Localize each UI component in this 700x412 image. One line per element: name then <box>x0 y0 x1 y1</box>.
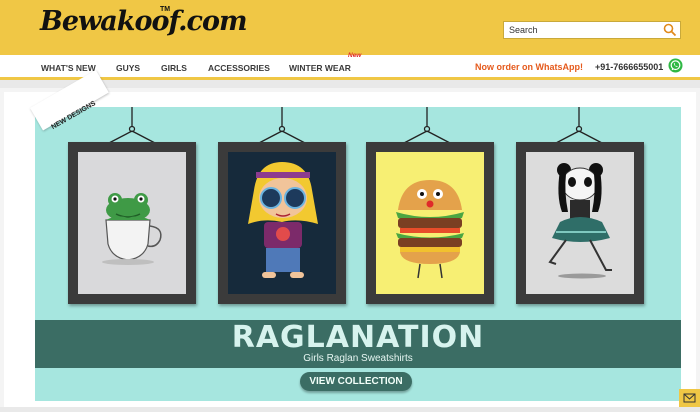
nav-accessories[interactable]: ACCESSORIES <box>208 63 270 73</box>
nav-whats-new[interactable]: WHAT'S NEW <box>41 63 96 73</box>
frame-frog[interactable] <box>68 142 196 304</box>
mail-button[interactable] <box>679 389 700 407</box>
burger-illustration <box>396 180 464 279</box>
whatsapp-promo[interactable]: Now order on WhatsApp! <box>475 62 583 72</box>
search-icon[interactable] <box>663 23 677 37</box>
nav-guys[interactable]: GUYS <box>116 63 140 73</box>
site-header: Bewakoof.com TM <box>0 0 700 55</box>
nav-winter-wear[interactable]: WINTER WEAR <box>289 63 351 73</box>
main-nav: WHAT'S NEW GUYS GIRLS ACCESSORIES WINTER… <box>0 52 700 80</box>
logo-text: Bewakoof.com <box>40 6 248 37</box>
banner-title: RAGLANATION <box>231 320 485 355</box>
banner-title-strip: RAGLANATION Girls Raglan Sweatshirts <box>35 320 681 368</box>
view-collection-button[interactable]: VIEW COLLECTION <box>300 372 412 391</box>
frame-hippie[interactable] <box>218 142 346 304</box>
new-badge: New <box>348 52 362 59</box>
panda-illustration <box>548 163 612 279</box>
mail-icon <box>683 393 696 403</box>
search-box <box>503 21 681 39</box>
nav-girls[interactable]: GIRLS <box>161 63 187 73</box>
search-input[interactable] <box>504 22 659 38</box>
whatsapp-icon[interactable] <box>668 58 683 73</box>
hippie-illustration <box>248 162 318 278</box>
frog-illustration <box>102 193 162 265</box>
frame-panda[interactable] <box>516 142 644 304</box>
phone-number: +91-7666655001 <box>595 62 664 72</box>
banner-subtitle: Girls Raglan Sweatshirts <box>303 353 413 364</box>
frame-burger[interactable] <box>366 142 494 304</box>
logo-tm: TM <box>160 6 171 13</box>
